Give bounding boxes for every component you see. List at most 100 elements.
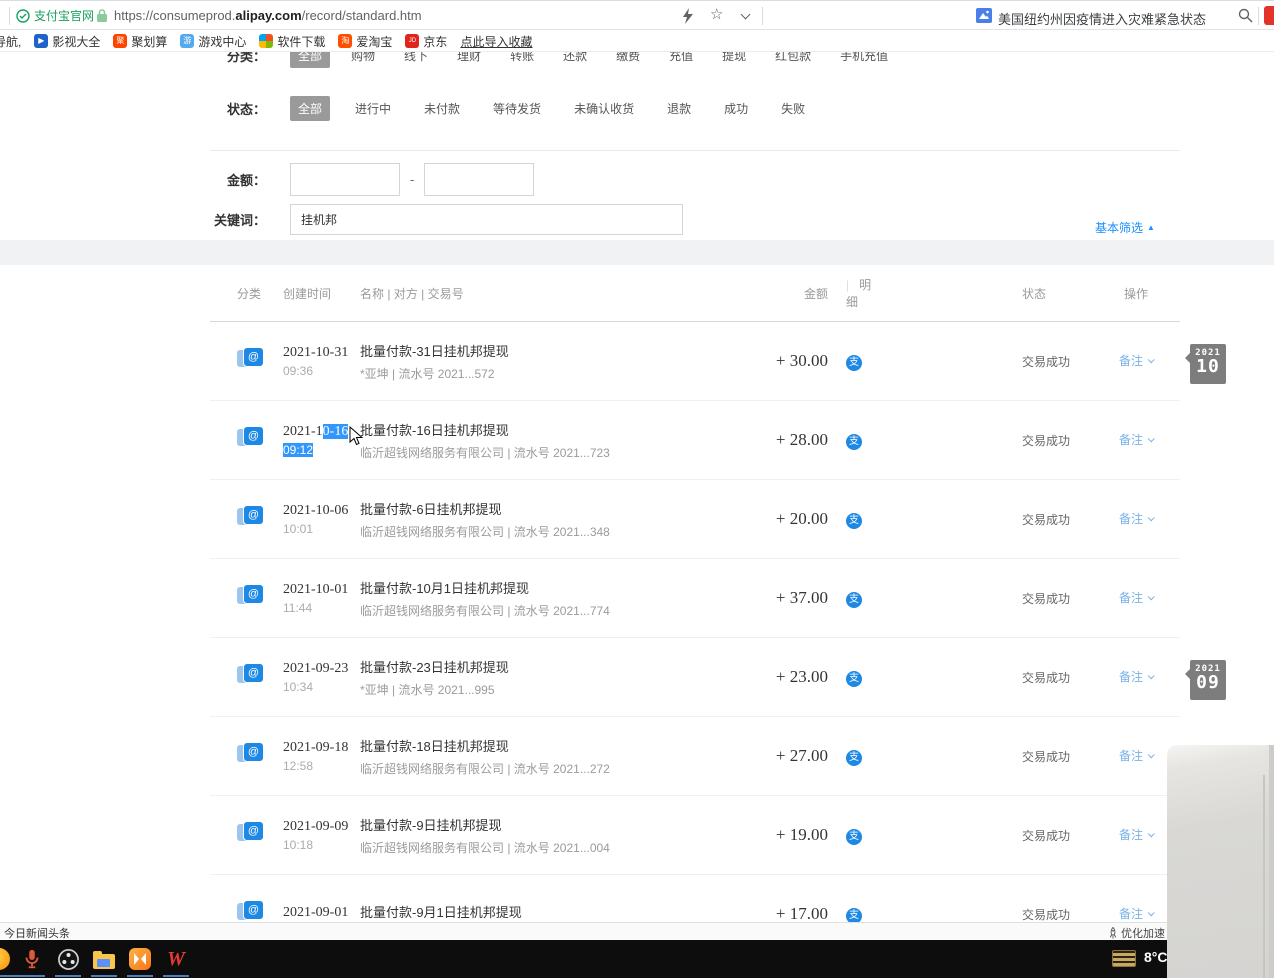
row-title[interactable]: 批量付款-9月1日挂机邦提现 [360, 902, 620, 921]
alipay-records-page: 分类： 全部购物线下理财转账还款缴费充值提现红包款手机充值 状态： 全部进行中未… [0, 52, 1274, 922]
alipay-detail-icon[interactable]: 支 [846, 671, 862, 687]
row-title[interactable]: 批量付款-31日挂机邦提现 [360, 341, 620, 360]
bookmark-label: 点此导入收藏 [460, 33, 532, 50]
alipay-detail-icon[interactable]: 支 [846, 592, 862, 608]
filter-option[interactable]: 退款 [659, 96, 699, 121]
filter-option[interactable]: 手机充值 [832, 52, 896, 68]
keyword-input[interactable] [290, 204, 683, 235]
remark-link[interactable]: 备注 [1119, 826, 1153, 843]
header-detail: |明细 [830, 276, 882, 310]
filter-option[interactable]: 未付款 [416, 96, 468, 121]
search-icon[interactable] [1238, 8, 1253, 23]
table-body: @ 2021-10-31 09:36 批量付款-31日挂机邦提现 *亚坤 | 流… [210, 322, 1180, 922]
amount-from-input[interactable] [290, 163, 400, 196]
lock-icon[interactable] [96, 8, 108, 23]
video-editor-icon [129, 948, 151, 970]
row-status: 交易成功 [882, 827, 1092, 844]
filter-option[interactable]: 等待发货 [485, 96, 549, 121]
remark-link[interactable]: 备注 [1119, 431, 1153, 448]
row-title[interactable]: 批量付款-18日挂机邦提现 [360, 736, 620, 755]
remark-link[interactable]: 备注 [1119, 510, 1153, 527]
alipay-detail-icon[interactable]: 支 [846, 750, 862, 766]
header-action: 操作 [1092, 285, 1180, 302]
taskbar-app-partial[interactable] [0, 940, 14, 978]
filter-option[interactable]: 转账 [502, 52, 542, 68]
row-amount: + 20.00 [620, 509, 830, 529]
filter-option[interactable]: 购物 [343, 52, 383, 68]
bookmark-item[interactable]: 游游戏中心 [180, 33, 246, 50]
section-gap [0, 240, 1274, 265]
basic-filter-toggle[interactable]: 基本筛选 ▲ [1095, 219, 1155, 236]
remark-label: 备注 [1119, 747, 1143, 764]
browser-extension-icon[interactable] [1264, 6, 1274, 25]
bookmark-star-icon[interactable]: ☆ [710, 5, 723, 23]
row-amount: + 30.00 [620, 351, 830, 371]
input-method-icon[interactable] [1112, 950, 1136, 967]
aitaobao-icon: 淘 [338, 34, 352, 48]
news-ticker[interactable]: 美国纽约州因疫情进入灾难紧急状态 [998, 9, 1206, 28]
remark-link[interactable]: 备注 [1119, 905, 1153, 922]
row-status: 交易成功 [882, 353, 1092, 370]
taskbar-microphone-app[interactable] [14, 940, 50, 978]
remark-link[interactable]: 备注 [1119, 589, 1153, 606]
alipay-detail-icon[interactable]: 支 [846, 355, 862, 371]
filter-option[interactable]: 全部 [290, 52, 330, 68]
at-glyph: @ [243, 584, 264, 604]
row-title[interactable]: 批量付款-10月1日挂机邦提现 [360, 578, 620, 597]
at-glyph: @ [243, 821, 264, 841]
rocket-icon [1108, 927, 1118, 940]
taskbar-file-explorer[interactable] [86, 940, 122, 978]
remark-label: 备注 [1119, 352, 1143, 369]
bookmark-item[interactable]: 聚聚划算 [113, 33, 167, 50]
row-subtitle: 临沂超钱网络服务有限公司 | 流水号 2021...004 [360, 839, 620, 856]
bookmark-item[interactable]: 点此导入收藏 [460, 33, 532, 50]
filter-option[interactable]: 还款 [555, 52, 595, 68]
url-text[interactable]: https://consumeprod.alipay.com/record/st… [114, 8, 422, 23]
taskbar-video-editor-app[interactable] [122, 940, 158, 978]
divider [762, 7, 763, 25]
mouse-cursor [349, 426, 364, 447]
filter-option[interactable]: 成功 [716, 96, 756, 121]
bookmark-item[interactable]: 淘爱淘宝 [338, 33, 392, 50]
optimize-accelerate-button[interactable]: 优化加速 [1108, 925, 1165, 941]
filter-option[interactable]: 失败 [773, 96, 813, 121]
alipay-detail-icon[interactable]: 支 [846, 908, 862, 923]
filter-option[interactable]: 进行中 [347, 96, 399, 121]
bookmark-item[interactable]: 导航, [0, 33, 21, 50]
taskbar-wps-app[interactable]: W [158, 940, 194, 978]
amount-to-input[interactable] [424, 163, 534, 196]
row-amount: + 28.00 [620, 430, 830, 450]
yingshi-icon: ▶ [34, 34, 48, 48]
row-title[interactable]: 批量付款-6日挂机邦提现 [360, 499, 620, 518]
row-date: 2021-09-23 [283, 661, 360, 677]
filter-option[interactable]: 全部 [290, 96, 330, 121]
bookmark-item[interactable]: 软件下载 [259, 33, 325, 50]
month-badge: 2021 09 [1190, 660, 1226, 700]
row-title[interactable]: 批量付款-23日挂机邦提现 [360, 657, 620, 676]
remark-link[interactable]: 备注 [1119, 747, 1153, 764]
lightning-icon[interactable] [682, 8, 694, 24]
filter-option[interactable]: 提现 [714, 52, 754, 68]
filter-option[interactable]: 线下 [396, 52, 436, 68]
bookmark-item[interactable]: ▶影视大全 [34, 33, 100, 50]
chevron-down-icon[interactable] [741, 10, 751, 20]
row-title[interactable]: 批量付款-9日挂机邦提现 [360, 815, 620, 834]
filter-option[interactable]: 红包款 [767, 52, 819, 68]
transaction-row: @ 2021-09-09 10:18 批量付款-9日挂机邦提现 临沂超钱网络服务… [210, 796, 1180, 875]
filter-option[interactable]: 缴费 [608, 52, 648, 68]
row-status: 交易成功 [882, 432, 1092, 449]
bookmark-item[interactable]: JD京东 [405, 33, 447, 50]
taskbar-obs-app[interactable] [50, 940, 86, 978]
alipay-detail-icon[interactable]: 支 [846, 434, 862, 450]
juhuasuan-icon: 聚 [113, 34, 127, 48]
alipay-detail-icon[interactable]: 支 [846, 829, 862, 845]
remark-link[interactable]: 备注 [1119, 668, 1153, 685]
filter-option[interactable]: 理财 [449, 52, 489, 68]
site-verified-badge[interactable]: 支付宝官网 [16, 7, 94, 24]
filter-option[interactable]: 未确认收货 [566, 96, 642, 121]
remark-link[interactable]: 备注 [1119, 352, 1153, 369]
row-title[interactable]: 批量付款-16日挂机邦提现 [360, 420, 620, 439]
filter-option[interactable]: 充值 [661, 52, 701, 68]
alipay-detail-icon[interactable]: 支 [846, 513, 862, 529]
app-icon [0, 948, 10, 970]
